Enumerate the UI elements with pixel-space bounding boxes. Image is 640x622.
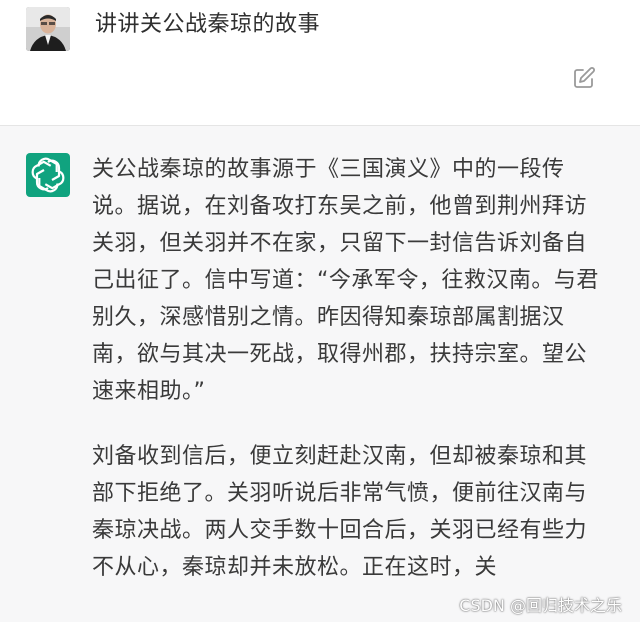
user-message-block: 讲讲关公战秦琼的故事	[0, 0, 640, 125]
watermark: CSDN @回归技术之乐	[459, 596, 622, 615]
edit-icon[interactable]	[572, 66, 596, 90]
response-paragraph: 刘备收到信后，便立刻赶赴汉南，但却被秦琼和其部下拒绝了。关羽听说后非常气愤，便前…	[92, 444, 588, 580]
openai-logo-icon	[26, 153, 70, 197]
user-message-text: 讲讲关公战秦琼的故事	[95, 12, 321, 37]
response-paragraph: 关公战秦琼的故事源于《三国演义》中的一段传说。据说，在刘备攻打东吴之前，他曾到荆…	[92, 157, 599, 404]
assistant-response: 关公战秦琼的故事源于《三国演义》中的一段传说。据说，在刘备攻打东吴之前，他曾到荆…	[92, 151, 602, 586]
assistant-message-block: 关公战秦琼的故事源于《三国演义》中的一段传说。据说，在刘备攻打东吴之前，他曾到荆…	[0, 125, 640, 622]
user-avatar	[26, 7, 70, 51]
